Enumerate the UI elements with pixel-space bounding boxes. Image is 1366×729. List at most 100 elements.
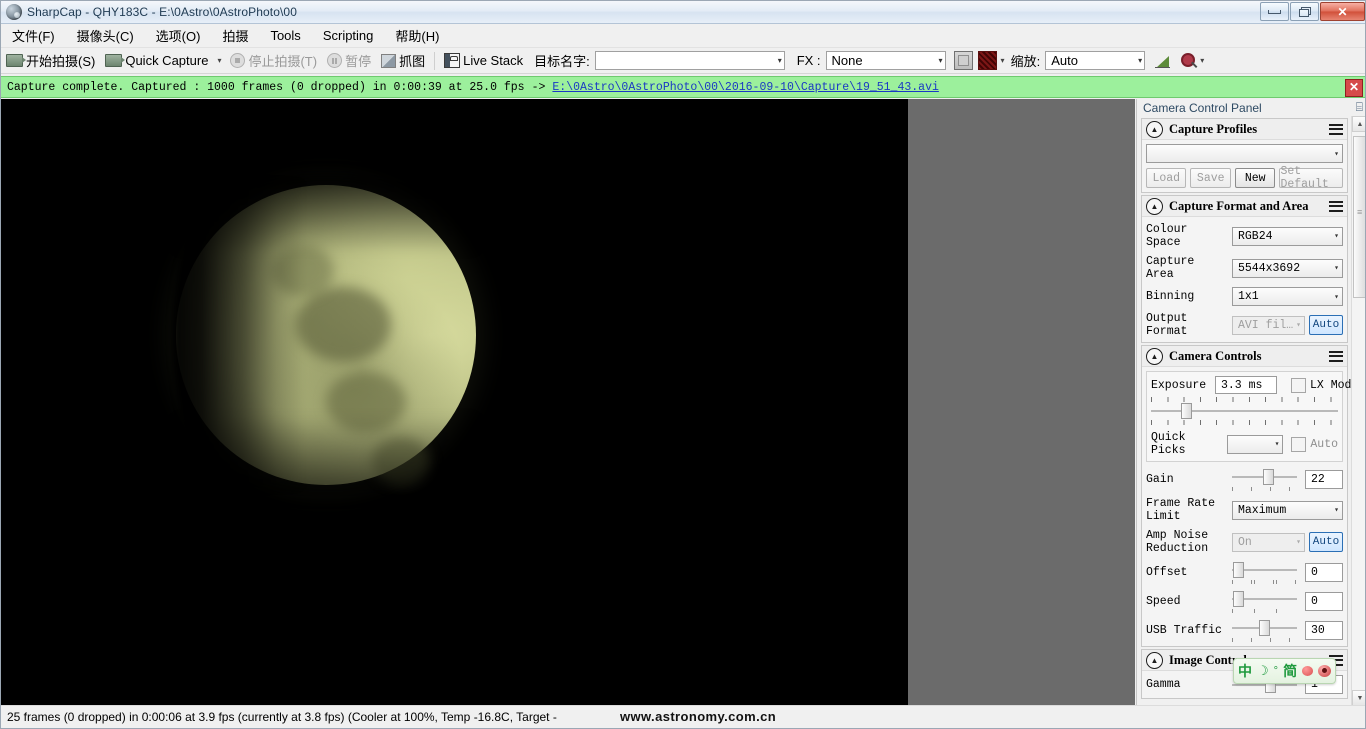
slider-thumb[interactable] (1181, 403, 1192, 419)
group-header[interactable]: ▲ Camera Controls (1142, 346, 1347, 367)
histogram-icon[interactable] (1155, 54, 1171, 68)
capture-arrow: -> (531, 80, 546, 94)
camera-control-panel: Camera Control Panel ⌸ ▲ Capture Profile… (1136, 99, 1365, 706)
hamburger-icon[interactable] (1329, 350, 1343, 362)
chevron-up-icon[interactable]: ▲ (1146, 197, 1163, 215)
start-capture-button[interactable]: 开始拍摄(S) (1, 50, 100, 71)
moon-icon[interactable]: ☽ (1257, 663, 1269, 679)
offset-value[interactable]: 0 (1305, 563, 1343, 582)
stop-capture-button[interactable]: 停止拍摄(T) (225, 50, 322, 71)
slider-thumb[interactable] (1233, 591, 1244, 607)
quick-picks-select[interactable]: ▾ (1227, 434, 1284, 454)
quick-capture-dropdown[interactable]: ▾ (213, 56, 225, 65)
close-status-strip-button[interactable]: ✕ (1345, 79, 1363, 97)
gain-slider[interactable] (1232, 468, 1297, 486)
group-header[interactable]: ▲ Capture Profiles (1142, 119, 1347, 140)
group-title: Camera Controls (1169, 348, 1262, 363)
panel-scrollbar[interactable]: ▲ ▼ (1351, 116, 1365, 706)
usb-traffic-value[interactable]: 30 (1305, 621, 1343, 640)
close-button[interactable]: ✕ (1320, 2, 1365, 21)
scroll-down-button[interactable]: ▼ (1352, 690, 1365, 706)
group-body: ▾ Load Save New Set Default (1142, 140, 1347, 192)
camera-image-canvas[interactable] (1, 99, 908, 706)
menu-file[interactable]: 文件(F) (1, 24, 66, 47)
colour-swatch-dropdown[interactable]: ▾ (997, 56, 1009, 65)
binning-select[interactable]: 1x1 ▾ (1232, 287, 1343, 306)
ime-punctuation-label[interactable]: ° (1274, 665, 1278, 677)
chevron-down-icon: ▾ (1334, 292, 1339, 302)
profile-select[interactable]: ▾ (1146, 144, 1343, 163)
slider-thumb[interactable] (1263, 469, 1275, 485)
fx-label: FX : (796, 53, 821, 68)
group-title: Capture Profiles (1169, 121, 1258, 136)
save-profile-button[interactable]: Save (1190, 168, 1231, 188)
quick-capture-button[interactable]: Quick Capture (100, 52, 213, 69)
scroll-up-button[interactable]: ▲ (1352, 116, 1365, 132)
chevron-down-icon: ▾ (1296, 538, 1301, 547)
gain-value[interactable]: 22 (1305, 470, 1343, 489)
lx-mode-checkbox[interactable] (1291, 377, 1306, 393)
menu-tools[interactable]: Tools (259, 26, 311, 45)
exposure-input[interactable]: 3.3 ms (1215, 376, 1277, 394)
ime-mode-label[interactable]: 中 (1238, 661, 1252, 681)
capture-file-link[interactable]: E:\0Astro\0AstroPhoto\00\2016-09-10\Capt… (552, 81, 938, 94)
hamburger-icon[interactable] (1329, 123, 1343, 135)
fx-select[interactable]: None ▾ (825, 51, 946, 70)
scroll-thumb[interactable] (1353, 136, 1365, 298)
ime-script-label[interactable]: 简 (1283, 661, 1297, 681)
output-format-select[interactable]: AVI fil… ▾ (1232, 315, 1305, 335)
speed-slider[interactable] (1232, 590, 1297, 608)
offset-slider[interactable] (1232, 561, 1297, 579)
zoom-select[interactable]: Auto ▾ (1045, 51, 1146, 70)
slider-thumb[interactable] (1233, 562, 1244, 578)
minimize-button[interactable] (1260, 2, 1289, 21)
panel-body: ▲ Capture Profiles ▾ Load Save New Set D… (1137, 116, 1365, 706)
amp-noise-reduction-auto-button[interactable]: Auto (1309, 532, 1343, 552)
speed-ticks (1232, 608, 1297, 613)
row-frame-rate-limit: Frame Rate Limit Maximum ▾ (1146, 497, 1343, 523)
colour-swatch-red[interactable] (977, 51, 997, 70)
set-default-profile-button[interactable]: Set Default (1279, 165, 1344, 191)
group-body: Exposure 3.3 ms LX Mode Quick Picks ▾ Au… (1142, 367, 1358, 646)
quick-picks-auto-checkbox[interactable] (1291, 436, 1307, 452)
target-name-input[interactable]: ▾ (594, 51, 785, 70)
live-stack-button[interactable]: Live Stack (439, 52, 528, 69)
ime-toolbar[interactable]: 中 ☽ ° 简 (1233, 658, 1337, 684)
red-dot-icon[interactable] (1302, 666, 1314, 676)
offset-ticks (1232, 579, 1297, 584)
magnifier-icon[interactable] (1181, 53, 1196, 68)
pause-button[interactable]: 暂停 (322, 50, 376, 71)
usb-traffic-slider[interactable] (1232, 619, 1297, 637)
chevron-up-icon[interactable]: ▲ (1146, 347, 1163, 365)
output-format-auto-button[interactable]: Auto (1309, 315, 1343, 335)
colour-space-select[interactable]: RGB24 ▾ (1232, 226, 1343, 246)
red-target-icon[interactable] (1318, 665, 1332, 677)
amp-noise-reduction-select[interactable]: On ▾ (1232, 532, 1305, 552)
image-viewport[interactable] (1, 99, 1135, 706)
frame-rate-limit-select[interactable]: Maximum ▾ (1232, 500, 1343, 520)
snapshot-button[interactable]: 抓图 (376, 50, 430, 71)
capture-area-select[interactable]: 5544x3692 ▾ (1232, 258, 1343, 278)
exposure-slider[interactable] (1151, 402, 1338, 420)
chevron-up-icon[interactable]: ▲ (1146, 120, 1163, 138)
colour-swatch-gray[interactable] (953, 51, 973, 70)
chevron-up-icon[interactable]: ▲ (1146, 651, 1163, 669)
restore-button[interactable] (1290, 2, 1319, 21)
hamburger-icon[interactable] (1329, 200, 1343, 212)
new-profile-button[interactable]: New (1234, 168, 1276, 188)
menu-capture[interactable]: 拍摄 (211, 24, 259, 47)
output-format-label: Output Format (1146, 312, 1188, 338)
target-name-label: 目标名字: (534, 54, 590, 69)
menu-help[interactable]: 帮助(H) (384, 24, 450, 47)
magnifier-dropdown[interactable]: ▾ (1196, 56, 1208, 65)
pin-icon[interactable]: ⌸ (1356, 100, 1363, 115)
slider-thumb[interactable] (1259, 620, 1271, 636)
capture-status-strip: Capture complete. Captured : 1000 frames… (1, 76, 1365, 98)
group-header[interactable]: ▲ Capture Format and Area (1142, 196, 1347, 217)
menu-scripting[interactable]: Scripting (312, 26, 385, 45)
exposure-block: Exposure 3.3 ms LX Mode Quick Picks ▾ Au… (1146, 371, 1358, 462)
menu-camera[interactable]: 摄像头(C) (66, 24, 145, 47)
menu-options[interactable]: 选项(O) (145, 24, 212, 47)
load-profile-button[interactable]: Load (1146, 168, 1187, 188)
speed-value[interactable]: 0 (1305, 592, 1343, 611)
